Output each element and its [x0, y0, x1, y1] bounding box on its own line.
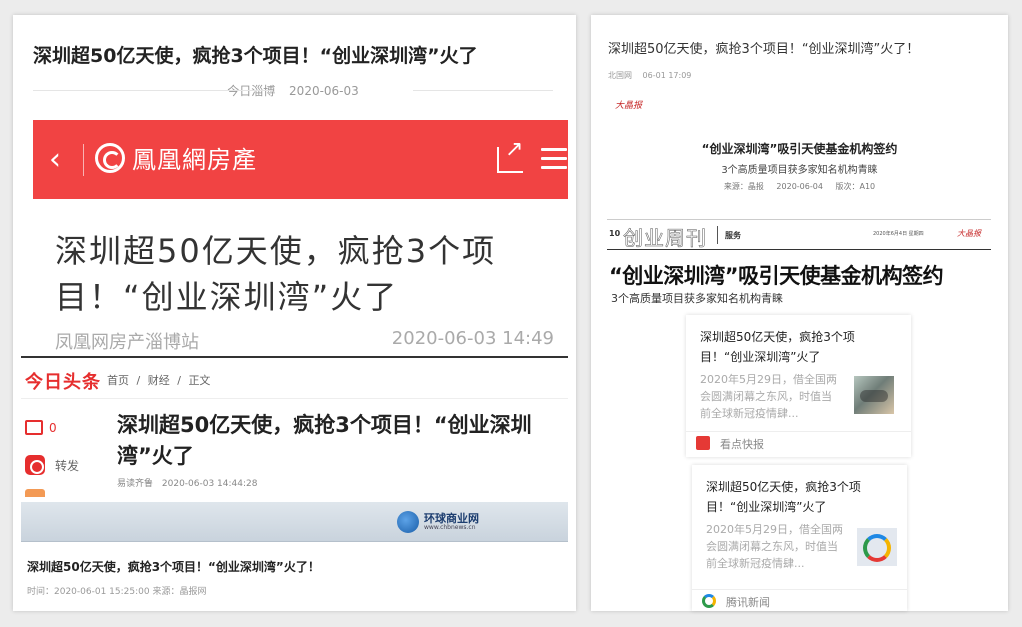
huanqiu-logo-url: www.chbnews.cn: [424, 523, 476, 531]
phoenix-logo-icon: [95, 142, 125, 173]
jingbao-date: 2020-06-04: [776, 182, 823, 191]
tencent-news-small-icon: [702, 594, 716, 608]
newspaper-headline: “创业深圳湾”吸引天使基金机构签约: [609, 264, 944, 288]
right-article-title: 深圳超50亿天使，疯抢3个项目！“创业深圳湾”火了！: [608, 42, 920, 57]
ifeng-logo[interactable]: 鳳凰網房產: [95, 140, 257, 175]
menu-icon[interactable]: [541, 148, 567, 175]
toutiao-article-screenshot: 今日头条 首页 / 财经 / 正文 0 转发 深圳超50亿天使，疯抢3个项目！“…: [21, 356, 568, 502]
right-meta-time: 06-01 17:09: [642, 71, 692, 80]
jingbao-logo: 大晶报: [615, 101, 643, 111]
meta-divider-right: [413, 90, 553, 91]
toutiao-meta: 易读齐鲁 2020-06-03 14:44:28: [117, 476, 263, 489]
newspaper-date: 2020年6月4日 星期四: [873, 231, 924, 237]
card-footer: 看点快报: [686, 431, 911, 453]
huanqiu-logo-name: 环球商业网: [424, 511, 479, 525]
forward-icon: [25, 455, 45, 475]
ifeng-source: 凤凰网房产淄博站: [55, 332, 199, 353]
jingbao-meta: 来源：晶报 2020-06-04 版次：A10: [591, 181, 1008, 192]
comment-count: 0: [49, 420, 57, 435]
toutiao-action-sidebar: 0 转发: [25, 420, 85, 497]
newspaper-clipping: 10 创业周刊 服务 2020年6月4日 星期四 大晶报 “创业深圳湾”吸引天使…: [607, 219, 991, 309]
card-thumbnail-photo: [854, 376, 894, 414]
huanqiu-logo[interactable]: 环球商业网 www.chbnews.cn: [397, 511, 479, 533]
toutiao-time: 2020-06-03 14:44:28: [161, 479, 258, 489]
right-meta-source: 北国网: [608, 71, 632, 80]
column-name: 创业周刊: [623, 226, 707, 251]
forward-button[interactable]: 转发: [25, 455, 85, 475]
ifeng-brand-name: 鳳凰網房產: [132, 146, 257, 174]
crumb-sep: /: [177, 374, 181, 387]
ifeng-article-screenshot: ‹ 鳳凰網房產 深圳超50亿天使，疯抢3个项目！“创业深圳湾”火了 凤凰网房产淄…: [33, 120, 568, 356]
more-share-icon[interactable]: [25, 489, 45, 497]
jingbao-source: 来源：晶报: [723, 182, 764, 191]
huanqiu-banner: 环球商业网 www.chbnews.cn: [21, 502, 568, 542]
crumb-finance[interactable]: 财经: [148, 374, 170, 387]
share-icon[interactable]: [497, 137, 523, 173]
forward-label: 转发: [55, 458, 80, 473]
newspaper-header: 10 创业周刊 服务 2020年6月4日 星期四 大晶报: [607, 220, 991, 250]
huanqiu-title: 深圳超50亿天使，疯抢3个项目！“创业深圳湾”火了！: [27, 560, 320, 574]
card-source: 腾讯新闻: [726, 596, 770, 609]
card-thumbnail: [857, 528, 897, 566]
jingbao-page: 版次：A10: [835, 182, 876, 191]
crumb-current: 正文: [188, 374, 211, 387]
globe-icon: [397, 511, 419, 533]
back-arrow-icon[interactable]: ‹: [49, 142, 61, 177]
column-separator: [717, 226, 718, 244]
jingbao-subheadline: 3个高质量项目获多家知名机构青睐: [721, 165, 878, 176]
tencent-news-logo-icon: [863, 534, 891, 562]
article-source: 今日淄博: [227, 84, 276, 98]
toutiao-logo[interactable]: 今日头条: [25, 368, 101, 394]
toutiao-title: 深圳超50亿天使，疯抢3个项目！“创业深圳湾”火了: [117, 413, 532, 468]
comment-icon: [25, 420, 43, 435]
huanqiu-article-screenshot: 环球商业网 www.chbnews.cn 深圳超50亿天使，疯抢3个项目！“创业…: [21, 502, 568, 602]
right-news-panel: 深圳超50亿天使，疯抢3个项目！“创业深圳湾”火了！ 北国网 06-01 17:…: [591, 15, 1008, 611]
crumb-home[interactable]: 首页: [107, 374, 129, 387]
header-separator: [83, 144, 84, 176]
kandian-logo-icon: [696, 436, 710, 450]
card-title: 深圳超50亿天使，疯抢3个项目！“创业深圳湾”火了: [706, 480, 861, 514]
jingbao-headline: “创业深圳湾”吸引天使基金机构签约: [701, 142, 898, 156]
card-summary: 2020年5月29日，借全国两会圆满闭幕之东风，时值当前全球新冠疫情肆...: [706, 523, 843, 570]
comment-button[interactable]: 0: [25, 420, 85, 435]
ifeng-time: 2020-06-03 14:49: [391, 328, 554, 349]
toutiao-source[interactable]: 易读齐鲁: [117, 479, 153, 489]
article-date: 2020-06-03: [289, 84, 359, 98]
left-news-panel: 深圳超50亿天使，疯抢3个项目！“创业深圳湾”火了 今日淄博 2020-06-0…: [13, 15, 576, 611]
card-summary: 2020年5月29日，借全国两会圆满闭幕之东风，时值当前全球新冠疫情肆...: [700, 373, 837, 420]
toutiao-divider: [21, 398, 568, 399]
newspaper-subheadline: 3个高质量项目获多家知名机构青睐: [611, 292, 783, 305]
column-tag: 服务: [725, 231, 741, 240]
breadcrumb: 首页 / 财经 / 正文: [107, 372, 214, 388]
right-article-meta: 北国网 06-01 17:09: [608, 70, 699, 81]
card-title: 深圳超50亿天使，疯抢3个项目！“创业深圳湾”火了: [700, 330, 855, 364]
meta-divider-left: [33, 90, 273, 91]
page-number: 10: [609, 229, 621, 238]
ifeng-headline: 深圳超50亿天使，疯抢3个项目！“创业深圳湾”火了: [55, 232, 497, 316]
kandian-news-card[interactable]: 深圳超50亿天使，疯抢3个项目！“创业深圳湾”火了 2020年5月29日，借全国…: [686, 315, 911, 457]
newspaper-logo: 大晶报: [957, 229, 981, 238]
ifeng-header-bar: ‹ 鳳凰網房產: [33, 120, 568, 199]
tencent-news-card[interactable]: 深圳超50亿天使，疯抢3个项目！“创业深圳湾”火了 2020年5月29日，借全国…: [692, 465, 907, 611]
card-footer: 腾讯新闻: [692, 589, 907, 611]
article-title: 深圳超50亿天使，疯抢3个项目！“创业深圳湾”火了: [33, 45, 478, 67]
card-source: 看点快报: [720, 438, 764, 451]
huanqiu-meta: 时间：2020-06-01 15:25:00 来源：晶报网: [27, 587, 207, 597]
crumb-sep: /: [136, 374, 141, 387]
